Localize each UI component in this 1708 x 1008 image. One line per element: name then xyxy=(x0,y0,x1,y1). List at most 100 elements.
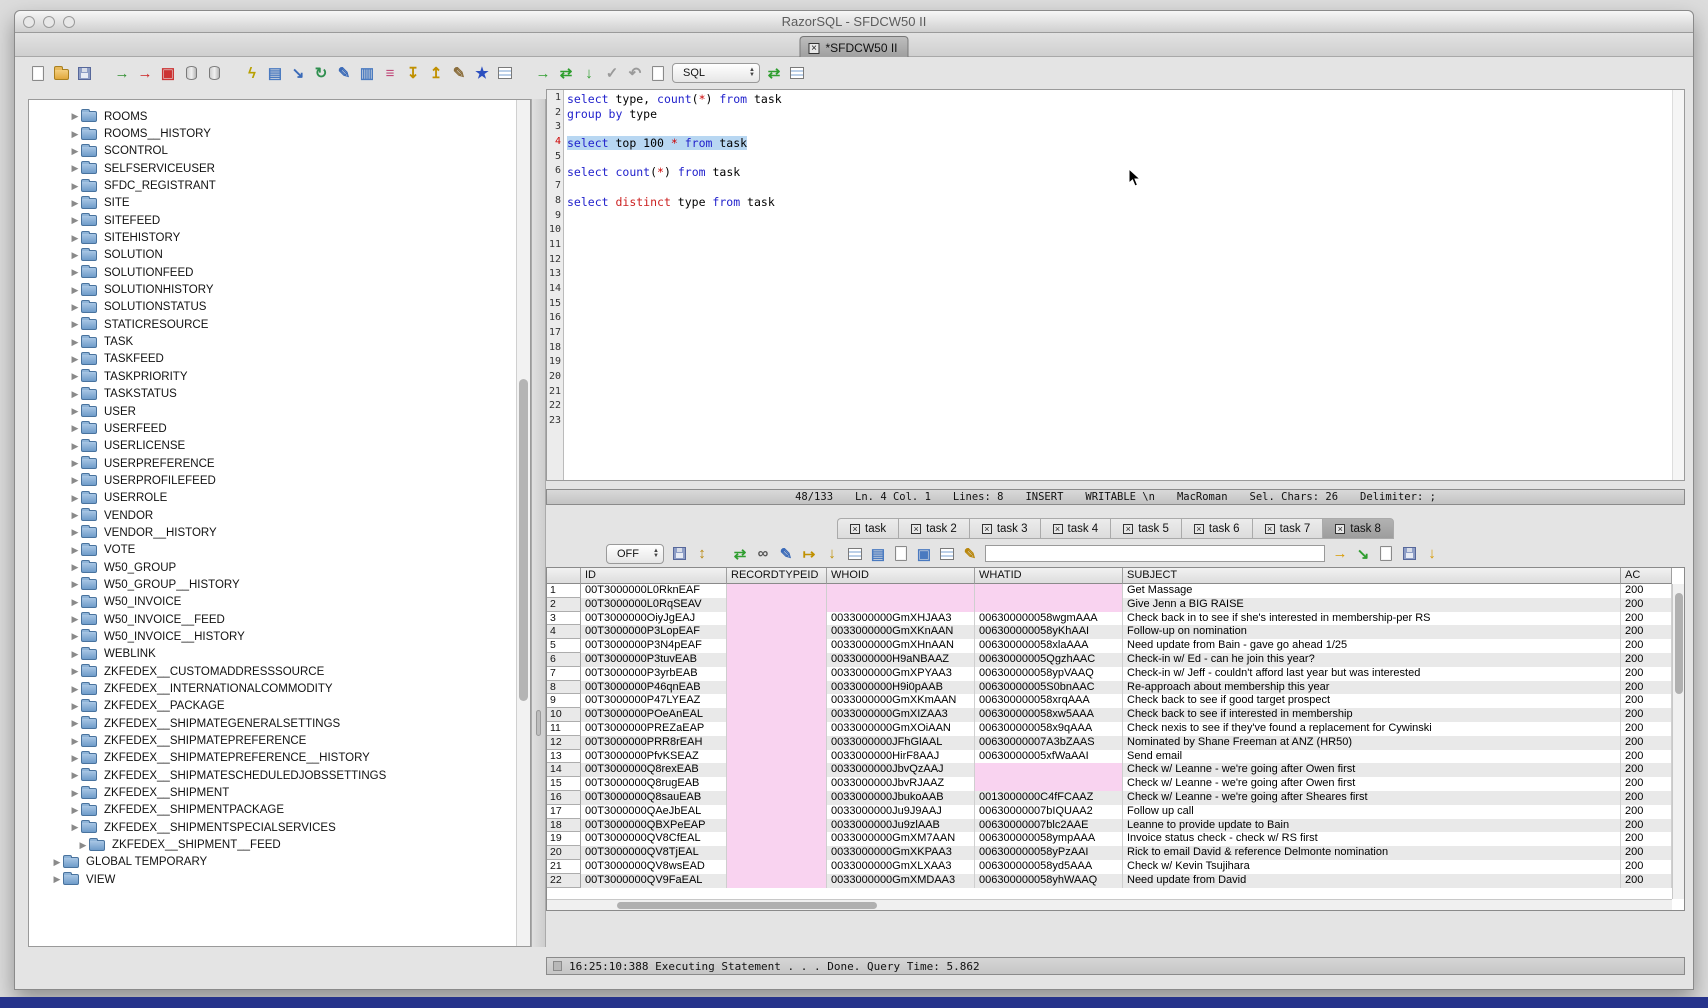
row-number-cell[interactable]: 9 xyxy=(547,694,581,708)
cell-recordtypeid[interactable] xyxy=(727,860,827,874)
export-results-icon[interactable]: ↘ xyxy=(1354,545,1372,563)
row-number-cell[interactable]: 5 xyxy=(547,639,581,653)
grid-vertical-scrollbar[interactable] xyxy=(1672,584,1684,899)
cell-subject[interactable]: Check w/ Leanne - we're going after Owen… xyxy=(1123,777,1621,791)
row-number-cell[interactable]: 6 xyxy=(547,653,581,667)
close-tab-icon[interactable]: × xyxy=(1194,524,1204,534)
editor-scrollbar[interactable] xyxy=(1672,90,1684,480)
cell-id[interactable]: 00T3000000PRR8rEAH xyxy=(581,736,727,750)
disclosure-triangle-icon[interactable]: ▶ xyxy=(69,441,81,452)
result-tab-task-4[interactable]: ×task 4 xyxy=(1040,518,1111,539)
result-tab-task-2[interactable]: ×task 2 xyxy=(898,518,969,539)
cell-recordtypeid[interactable] xyxy=(727,694,827,708)
cell-activitydate[interactable]: 200 xyxy=(1621,625,1672,639)
cell-recordtypeid[interactable] xyxy=(727,750,827,764)
cell-activitydate[interactable]: 200 xyxy=(1621,639,1672,653)
code-line[interactable]: select type, count(*) from task xyxy=(567,92,1684,107)
table-row[interactable]: 300T3000000OiyJgEAJ0033000000GmXHJAA3006… xyxy=(547,612,1672,626)
disclosure-triangle-icon[interactable]: ▶ xyxy=(69,129,81,140)
sidebar-item-solutionhistory[interactable]: ▶SOLUTIONHISTORY xyxy=(29,281,516,298)
new-file-icon[interactable] xyxy=(29,64,47,82)
sidebar-item-zkfedex-shipmategeneralsettings[interactable]: ▶ZKFEDEX__SHIPMATEGENERALSETTINGS xyxy=(29,715,516,732)
database-browser-icon[interactable]: ▥ xyxy=(358,64,376,82)
table-row[interactable]: 1200T3000000PRR8rEAH0033000000JFhGlAAL00… xyxy=(547,736,1672,750)
find-next-icon[interactable]: → xyxy=(1331,545,1349,563)
copy-table-icon[interactable] xyxy=(938,545,956,563)
cell-recordtypeid[interactable] xyxy=(727,722,827,736)
disconnect-icon[interactable]: → xyxy=(136,64,154,82)
cell-subject[interactable]: Leanne to provide update to Bain xyxy=(1123,819,1621,833)
sidebar-item-userpreference[interactable]: ▶USERPREFERENCE xyxy=(29,455,516,472)
sidebar-item-scontrol[interactable]: ▶SCONTROL xyxy=(29,143,516,160)
sidebar-item-w50-invoice-feed[interactable]: ▶W50_INVOICE__FEED xyxy=(29,611,516,628)
disclosure-triangle-icon[interactable]: ▶ xyxy=(69,649,81,660)
cell-activitydate[interactable]: 200 xyxy=(1621,777,1672,791)
cell-whatid[interactable]: 006300000058yKhAAI xyxy=(975,625,1123,639)
commit-icon[interactable]: ▣ xyxy=(159,64,177,82)
cell-id[interactable]: 00T3000000L0RknEAF xyxy=(581,584,727,598)
disclosure-triangle-icon[interactable]: ▶ xyxy=(69,285,81,296)
cell-whatid[interactable]: 006300000058yPzAAI xyxy=(975,846,1123,860)
cell-activitydate[interactable]: 200 xyxy=(1621,860,1672,874)
cell-whoid[interactable]: 0033000000GmXLXAA3 xyxy=(827,860,975,874)
cell-id[interactable]: 00T3000000QV8TjEAL xyxy=(581,846,727,860)
table-row[interactable]: 1100T3000000PREZaEAP0033000000GmXOiAAN00… xyxy=(547,722,1672,736)
cell-activitydate[interactable]: 200 xyxy=(1621,805,1672,819)
sidebar-item-zkfedex-shipmatepreference[interactable]: ▶ZKFEDEX__SHIPMATEPREFERENCE xyxy=(29,732,516,749)
table-row[interactable]: 2200T3000000QV9FaEAL0033000000GmXMDAA300… xyxy=(547,874,1672,888)
sidebar-item-rooms[interactable]: ▶ROOMS xyxy=(29,108,516,125)
sidebar-item-view[interactable]: ▶VIEW xyxy=(29,871,516,888)
disclosure-triangle-icon[interactable]: ▶ xyxy=(69,788,81,799)
table-row[interactable]: 1900T3000000QV8CfEAL0033000000GmXM7AAN00… xyxy=(547,832,1672,846)
disclosure-triangle-icon[interactable]: ▶ xyxy=(69,111,81,122)
cell-whoid[interactable]: 0033000000H9aNBAAZ xyxy=(827,653,975,667)
code-line[interactable] xyxy=(567,327,1684,342)
disclosure-triangle-icon[interactable]: ▶ xyxy=(69,458,81,469)
code-line[interactable] xyxy=(567,254,1684,269)
disclosure-triangle-icon[interactable]: ▶ xyxy=(69,406,81,417)
disclosure-triangle-icon[interactable]: ▶ xyxy=(69,579,81,590)
code-line[interactable] xyxy=(567,239,1684,254)
sidebar-item-vendor[interactable]: ▶VENDOR xyxy=(29,507,516,524)
cell-whatid[interactable] xyxy=(975,584,1123,598)
cell-whoid[interactable]: 0033000000H9i0pAAB xyxy=(827,681,975,695)
cell-id[interactable]: 00T3000000PREZaEAP xyxy=(581,722,727,736)
code-line[interactable]: group by type xyxy=(567,107,1684,122)
code-line[interactable]: select distinct type from task xyxy=(567,195,1684,210)
sidebar-item-zkfedex-package[interactable]: ▶ZKFEDEX__PACKAGE xyxy=(29,698,516,715)
row-number-cell[interactable]: 3 xyxy=(547,612,581,626)
disclosure-triangle-icon[interactable]: ▶ xyxy=(69,371,81,382)
cell-recordtypeid[interactable] xyxy=(727,736,827,750)
table-refresh-icon[interactable] xyxy=(846,545,864,563)
cell-recordtypeid[interactable] xyxy=(727,805,827,819)
cell-activitydate[interactable]: 200 xyxy=(1621,708,1672,722)
disclosure-triangle-icon[interactable]: ▶ xyxy=(69,354,81,365)
cell-whatid[interactable] xyxy=(975,777,1123,791)
cell-whatid[interactable]: 006300000058x9qAAA xyxy=(975,722,1123,736)
close-tab-icon[interactable]: × xyxy=(911,524,921,534)
cell-whoid[interactable]: 0033000000JbvRJAAZ xyxy=(827,777,975,791)
edit-cell-icon[interactable]: ✎ xyxy=(777,545,795,563)
cell-subject[interactable]: Follow-up on nomination xyxy=(1123,625,1621,639)
script-results-icon[interactable] xyxy=(1377,545,1395,563)
cell-recordtypeid[interactable] xyxy=(727,832,827,846)
row-number-cell[interactable]: 22 xyxy=(547,874,581,888)
sidebar-item-sitefeed[interactable]: ▶SITEFEED xyxy=(29,212,516,229)
cell-recordtypeid[interactable] xyxy=(727,612,827,626)
cell-subject[interactable]: Invoice status check - check w/ RS first xyxy=(1123,832,1621,846)
validate-icon[interactable]: ✓ xyxy=(603,64,621,82)
sidebar-item-userprofilefeed[interactable]: ▶USERPROFILEFEED xyxy=(29,472,516,489)
sort-descending-icon[interactable]: ↧ xyxy=(404,64,422,82)
cell-whoid[interactable]: 0033000000GmXOiAAN xyxy=(827,722,975,736)
cell-id[interactable]: 00T3000000P47LYEAZ xyxy=(581,694,727,708)
table-row[interactable]: 800T3000000P46qnEAB0033000000H9i0pAAB006… xyxy=(547,681,1672,695)
cell-subject[interactable]: Send email xyxy=(1123,750,1621,764)
close-tab-icon[interactable]: × xyxy=(1335,524,1345,534)
disclosure-triangle-icon[interactable]: ▶ xyxy=(69,718,81,729)
table-row[interactable]: 2100T3000000QV8wsEAD0033000000GmXLXAA300… xyxy=(547,860,1672,874)
cell-activitydate[interactable]: 200 xyxy=(1621,653,1672,667)
disclosure-triangle-icon[interactable]: ▶ xyxy=(51,857,63,868)
disclosure-triangle-icon[interactable]: ▶ xyxy=(69,545,81,556)
cell-subject[interactable]: Check back in to see if she's interested… xyxy=(1123,612,1621,626)
cell-whatid[interactable]: 006300000058wgmAAA xyxy=(975,612,1123,626)
